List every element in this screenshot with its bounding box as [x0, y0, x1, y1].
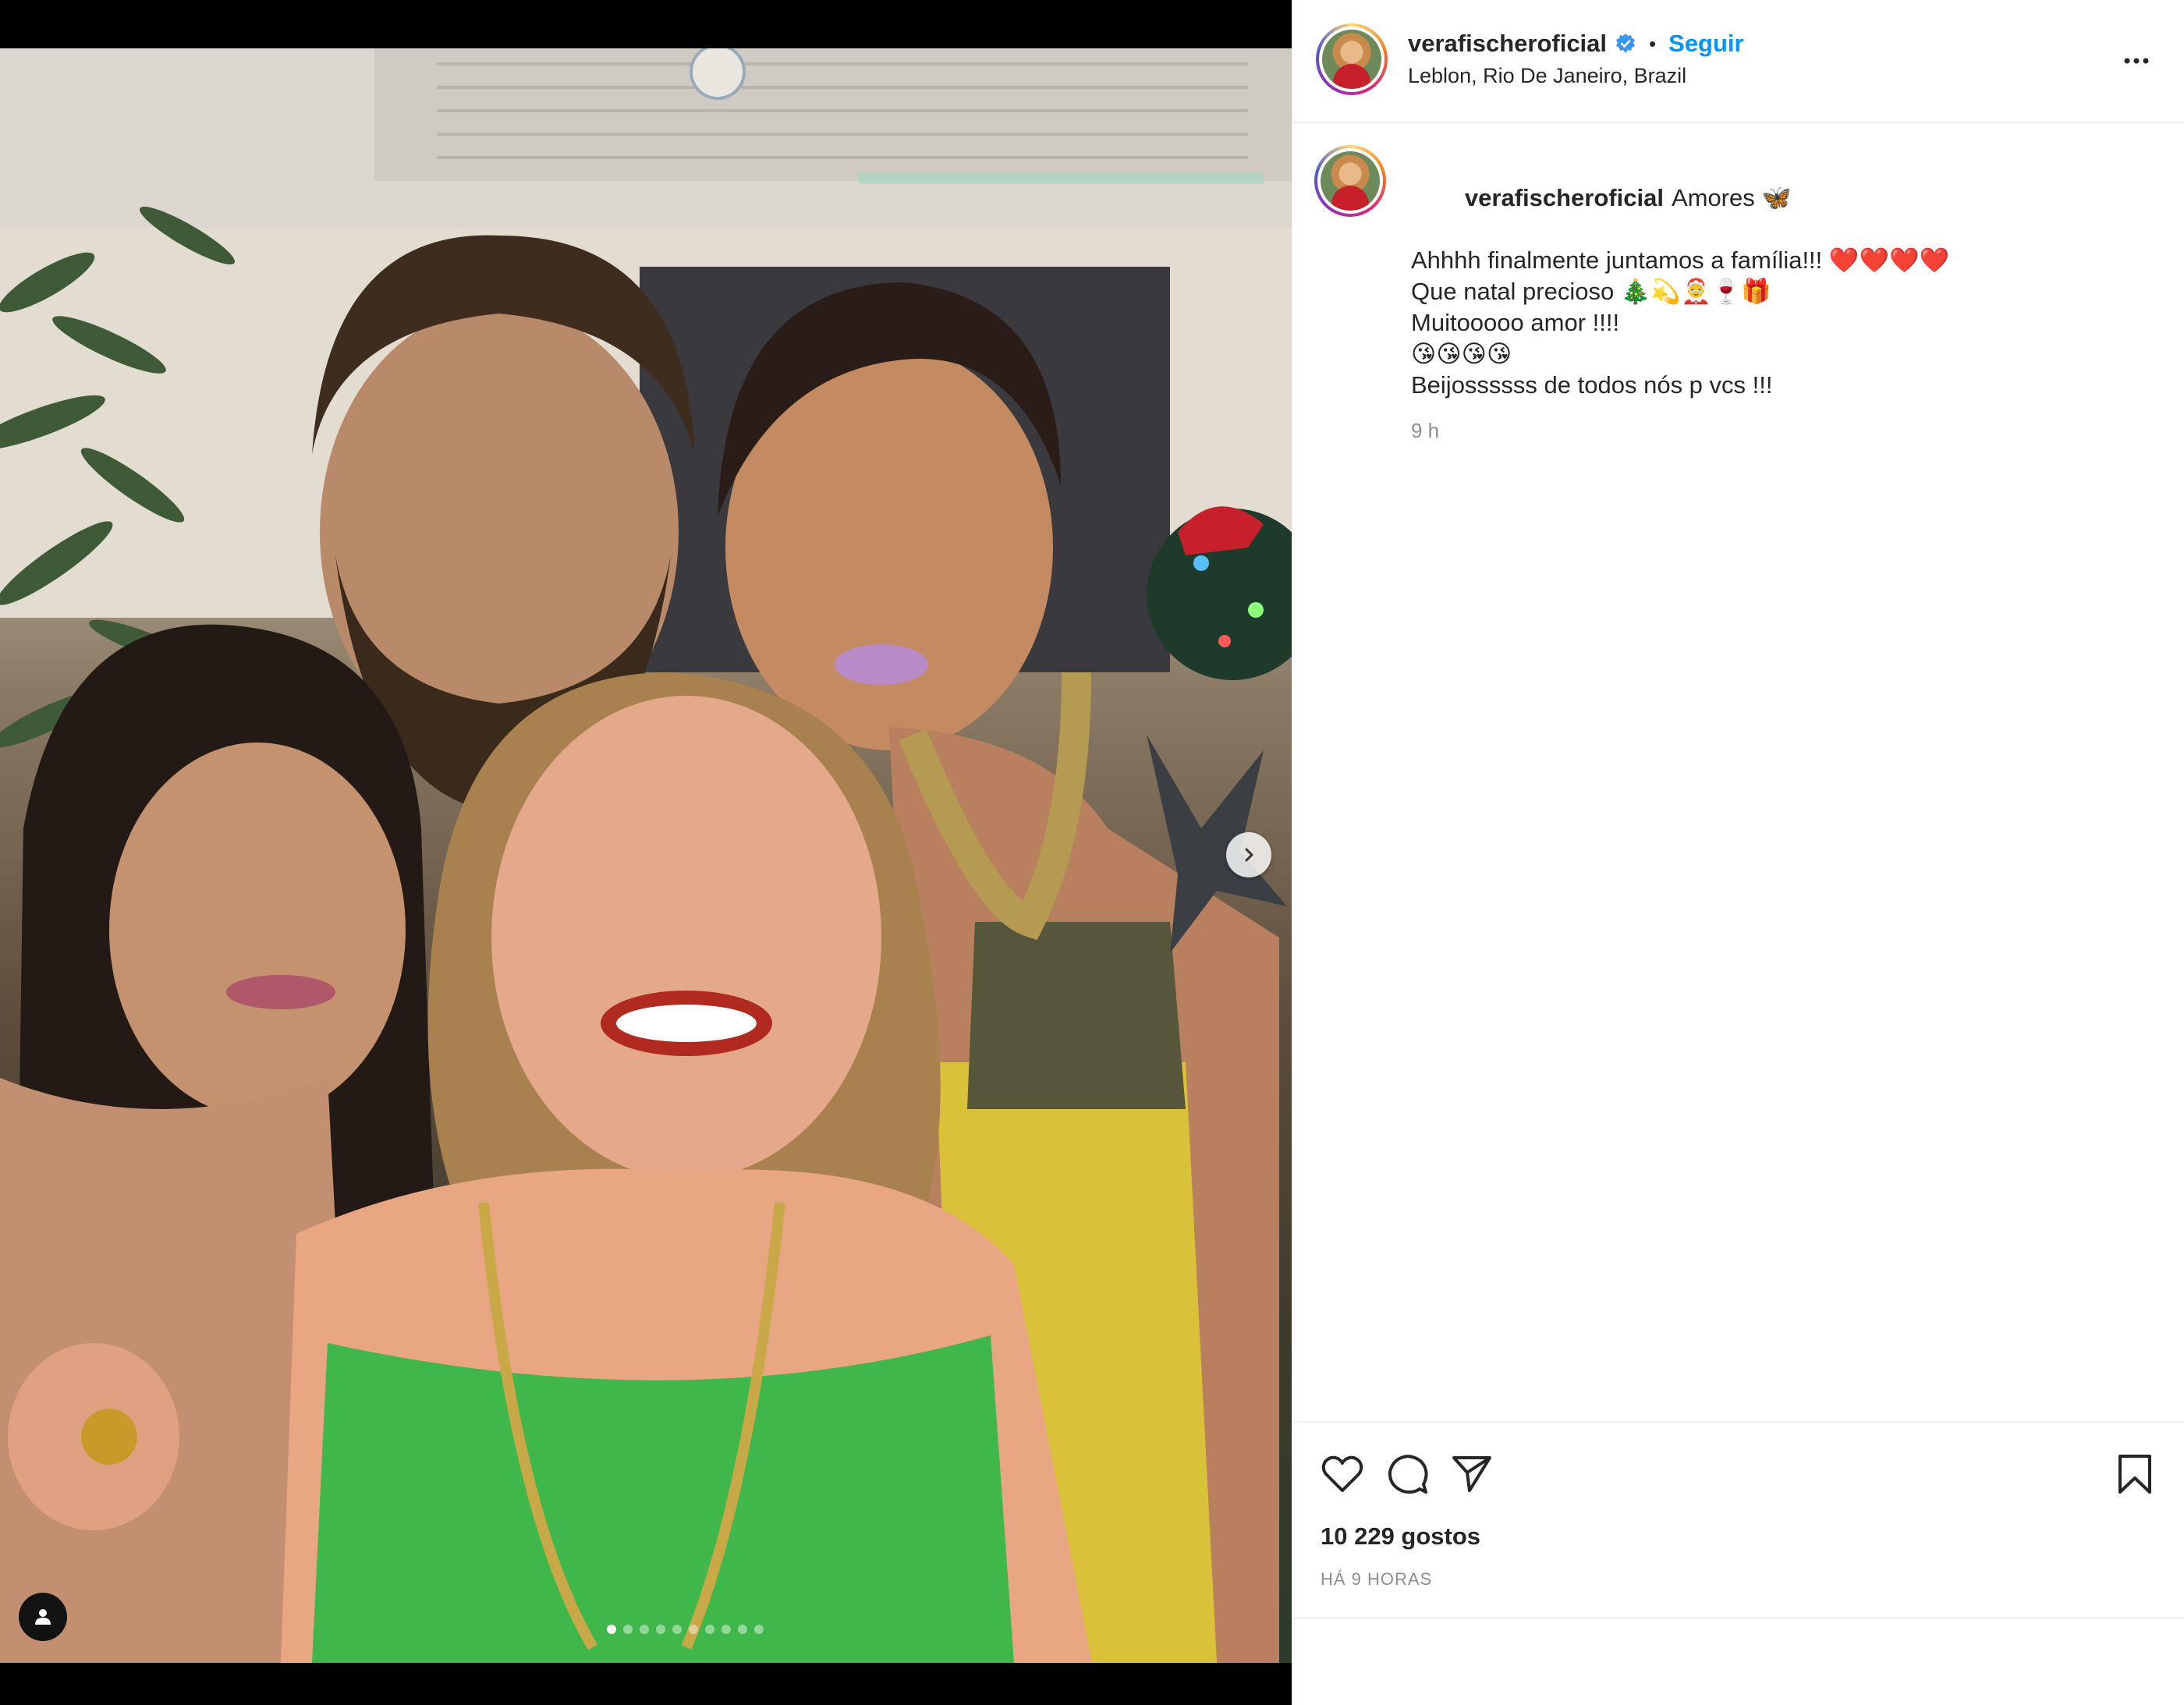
chevron-right-icon: [1245, 848, 1253, 862]
divider: [1292, 1618, 2184, 1619]
share-button[interactable]: [1448, 1451, 1495, 1498]
carousel-dot-active: [606, 1625, 616, 1634]
avatar-image: [1322, 30, 1381, 89]
post-location[interactable]: Leblon, Rio De Janeiro, Brazil: [1408, 64, 1686, 88]
caption-line: Ahhhh finalmente juntamos a família!!! ❤…: [1411, 246, 1950, 274]
carousel-dot: [753, 1625, 764, 1634]
bookmark-icon: [2118, 1455, 2151, 1494]
carousel-indicator: [0, 1625, 1292, 1634]
carousel-dot: [655, 1625, 665, 1634]
carousel-dot: [672, 1625, 682, 1634]
carousel-dot: [639, 1625, 649, 1634]
post-header: verafischeroficial • Seguir Leblon, Rio …: [1292, 0, 2184, 123]
carousel-next-button[interactable]: [1226, 832, 1271, 877]
caption-line: 😘😘😘😘: [1411, 340, 1512, 367]
save-button[interactable]: [2111, 1451, 2158, 1498]
separator-dot: •: [1649, 31, 1657, 55]
caption-username[interactable]: verafischeroficial: [1465, 184, 1664, 211]
like-button[interactable]: [1319, 1451, 1366, 1498]
post-sidebar: verafischeroficial • Seguir Leblon, Rio …: [1292, 0, 2184, 1705]
likes-count[interactable]: 10 229 gostos: [1321, 1522, 1480, 1551]
caption-body: verafischeroficial Amores 🦋 Ahhhh finalme…: [1411, 151, 2160, 446]
caption-line: Muitooooo amor !!!!: [1411, 309, 1620, 336]
post-timestamp[interactable]: HÁ 9 HORAS: [1321, 1569, 1432, 1590]
post-actions: 10 229 gostos HÁ 9 HORAS: [1292, 1421, 2184, 1625]
author-avatar[interactable]: [1316, 23, 1388, 95]
post-media: [0, 0, 1292, 1705]
caption-line: Amores 🦋: [1671, 184, 1792, 211]
heart-icon: [1321, 1455, 1363, 1492]
verified-badge-icon: [1616, 34, 1636, 53]
caption-line: Que natal precioso 🎄💫🤶🍷🎁: [1411, 278, 1771, 305]
send-icon: [1452, 1456, 1491, 1492]
carousel-dot: [688, 1625, 698, 1634]
avatar-image: [1321, 151, 1380, 211]
caption-line: Beijossssss de todos nós p vcs !!!: [1411, 371, 1773, 399]
author-username[interactable]: verafischeroficial: [1408, 30, 1607, 58]
caption-author-avatar[interactable]: [1314, 145, 1386, 217]
carousel-dot: [737, 1625, 747, 1634]
carousel-dot: [622, 1625, 633, 1634]
carousel-dot: [721, 1625, 731, 1634]
comment-button[interactable]: [1384, 1451, 1431, 1498]
comment-icon: [1388, 1455, 1428, 1494]
photo-illustration: [0, 48, 1292, 1663]
follow-button[interactable]: Seguir: [1668, 30, 1743, 58]
caption-time[interactable]: 9 h: [1411, 415, 2160, 446]
post-photo[interactable]: [0, 48, 1292, 1663]
carousel-dot: [704, 1625, 714, 1634]
more-options-icon[interactable]: [2119, 44, 2154, 78]
